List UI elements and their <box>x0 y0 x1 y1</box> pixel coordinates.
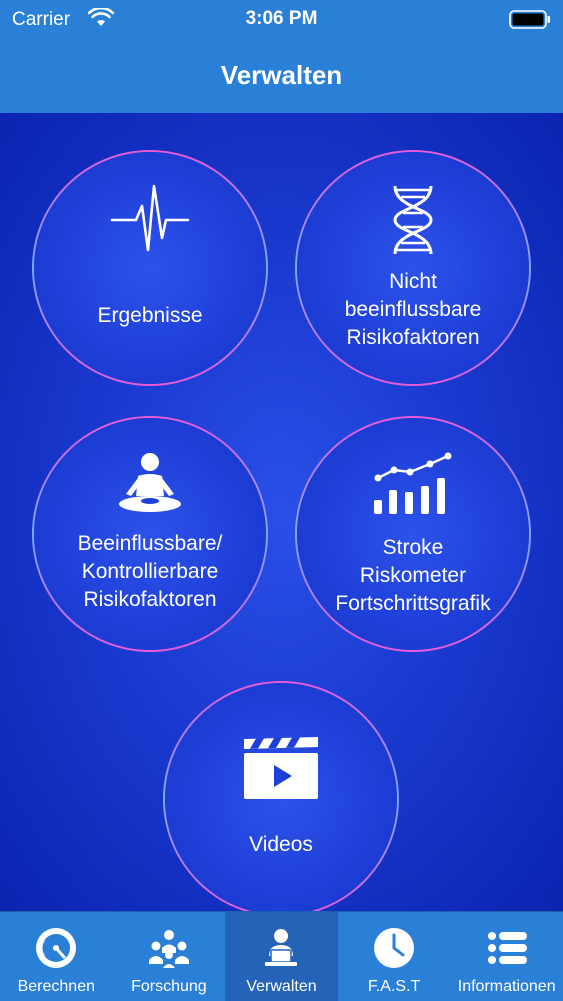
nicht-label-line-1: Nicht <box>389 270 437 293</box>
nicht-label-line-2: beeinflussbare <box>344 298 482 321</box>
tab-bar: Berechnen Forschung Verwalten F.A.S.T In… <box>0 911 563 1001</box>
beeinflussbare-risikofaktoren-button[interactable]: Beeinflussbare/ Kontrollierbare Risikofa… <box>32 416 268 652</box>
videos-label: Videos <box>249 833 313 856</box>
tab-berechnen[interactable]: Berechnen <box>0 912 113 1001</box>
list-icon <box>487 932 527 964</box>
dna-icon <box>393 185 433 255</box>
tab-informationen[interactable]: Informationen <box>450 912 563 1001</box>
tab-informationen-label: Informationen <box>457 978 556 995</box>
gauge-icon <box>36 928 77 968</box>
tab-berechnen-label: Berechnen <box>17 978 95 995</box>
clock-icon <box>374 928 415 968</box>
page-title: Verwalten <box>220 60 343 90</box>
tab-verwalten[interactable]: Verwalten <box>225 912 338 1001</box>
stroke-riskometer-fortschrittsgrafik-button[interactable]: Stroke Riskometer Fortschrittsgrafik <box>295 416 531 652</box>
tab-forschung[interactable]: Forschung <box>113 912 226 1001</box>
bar-chart-icon <box>374 452 452 514</box>
tab-fast[interactable]: F.A.S.T <box>338 912 451 1001</box>
stroke-label-line-2: Riskometer <box>359 564 467 587</box>
menu-grid: Ergebnisse Nicht beeinflussbare Risikofa… <box>0 113 563 915</box>
navigation-bar: Verwalten <box>0 40 563 113</box>
battery-icon <box>509 10 550 29</box>
nicht-label-line-3: Risikofaktoren <box>346 326 480 349</box>
beeinflussbare-label-line-2: Kontrollierbare <box>81 560 219 583</box>
stroke-label-line-1: Stroke <box>382 536 444 559</box>
group-icon <box>148 930 189 968</box>
nicht-beeinflussbare-risikofaktoren-button[interactable]: Nicht beeinflussbare Risikofaktoren <box>295 150 531 386</box>
clock-time: 3:06 PM <box>245 8 318 29</box>
videos-button[interactable]: Videos <box>163 681 399 917</box>
ergebnisse-label: Ergebnisse <box>97 304 203 327</box>
clapperboard-icon <box>244 737 318 799</box>
tab-verwalten-label: Verwalten <box>246 978 317 995</box>
beeinflussbare-label-line-1: Beeinflussbare/ <box>77 532 223 555</box>
tab-forschung-label: Forschung <box>131 978 207 995</box>
tab-fast-label: F.A.S.T <box>367 978 421 995</box>
stroke-label-line-3: Fortschrittsgrafik <box>335 592 491 615</box>
user-laptop-icon <box>265 929 298 966</box>
ergebnisse-button[interactable]: Ergebnisse <box>32 150 268 386</box>
heartbeat-icon <box>110 184 190 252</box>
meditation-icon <box>119 453 181 512</box>
status-bar: Carrier 3:06 PM <box>0 0 563 40</box>
beeinflussbare-label-line-3: Risikofaktoren <box>83 588 217 611</box>
